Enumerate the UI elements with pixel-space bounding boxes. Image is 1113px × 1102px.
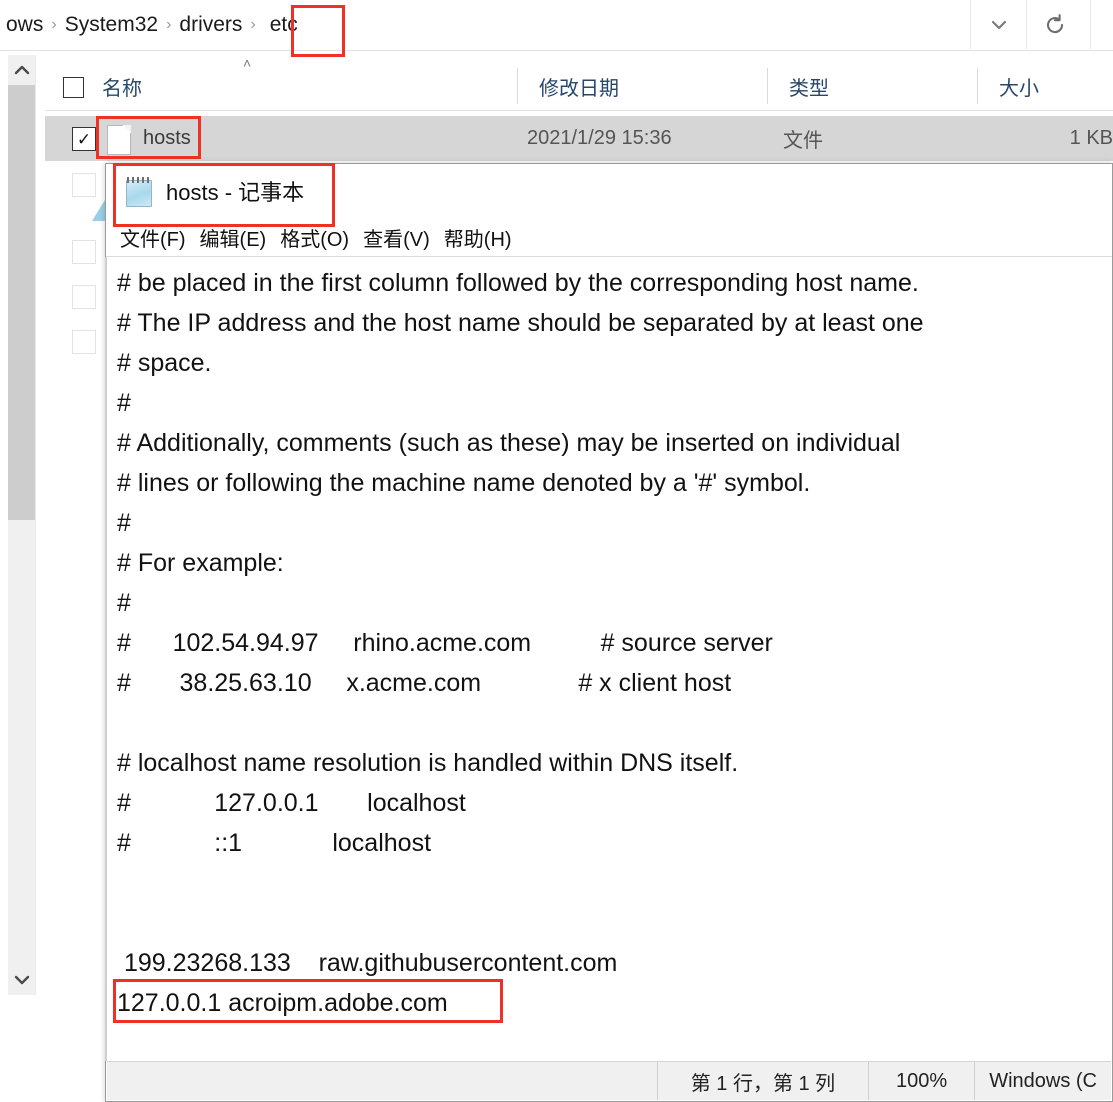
column-divider[interactable] — [767, 68, 768, 104]
column-header-name-label: 名称 — [102, 77, 142, 100]
column-header-date-label: 修改日期 — [539, 77, 619, 100]
text-line: 199.23268.133 raw.githubusercontent.com — [117, 949, 618, 977]
chevron-up-icon — [14, 65, 29, 75]
column-header-name[interactable]: 名称 — [102, 62, 142, 110]
notepad-icon — [124, 176, 154, 207]
row-checkbox[interactable] — [72, 240, 96, 264]
text-line: # space. — [117, 349, 212, 377]
text-line: # ::1 localhost — [117, 829, 432, 857]
notepad-text-area[interactable]: # be placed in the first column followed… — [107, 257, 1112, 1061]
chevron-down-icon — [991, 20, 1007, 29]
text-line: # 38.25.63.10 x.acme.com # x client host — [117, 669, 732, 697]
row-checkbox[interactable] — [72, 330, 96, 354]
row-checkbox[interactable] — [72, 173, 96, 197]
cell-name: hosts — [143, 127, 191, 149]
breadcrumb-item-etc[interactable]: etc — [258, 13, 310, 37]
cell-size: 1 KB — [1069, 127, 1113, 149]
select-all-checkbox[interactable] — [63, 77, 84, 98]
column-header-row: 名称 修改日期 类型 大小 — [45, 62, 1113, 111]
cell-type: 文件 — [783, 130, 823, 152]
table-row[interactable]: ✓ hosts 2021/1/29 15:36 文件 1 KB — [45, 116, 1113, 161]
column-header-size-label: 大小 — [999, 77, 1039, 100]
column-divider[interactable] — [517, 68, 518, 104]
menu-item-view[interactable]: 查看(V) — [363, 223, 430, 252]
file-icon — [107, 125, 131, 155]
text-line: # — [117, 589, 131, 617]
text-line: # Additionally, comments (such as these)… — [117, 429, 901, 457]
row-checkbox[interactable]: ✓ — [72, 127, 96, 151]
status-zoom-level: 100% — [867, 1062, 974, 1100]
text-line: # The IP address and the host name shoul… — [117, 309, 924, 337]
menu-item-file[interactable]: 文件(F) — [120, 223, 186, 252]
breadcrumb: ows › System32 › drivers › etc — [0, 0, 310, 50]
breadcrumb-separator-icon: › — [166, 16, 172, 33]
text-line — [117, 863, 1112, 903]
menu-item-edit[interactable]: 编辑(E) — [200, 223, 267, 252]
column-header-date[interactable]: 修改日期 — [517, 62, 619, 110]
scrollbar-track-edge — [35, 55, 36, 995]
column-header-type-label: 类型 — [789, 77, 829, 100]
status-cursor-position: 第 1 行，第 1 列 — [657, 1062, 868, 1100]
address-bar: ows › System32 › drivers › etc — [0, 0, 1113, 51]
address-bar-right-edge — [1090, 0, 1113, 49]
status-line-ending: Windows (C — [974, 1062, 1111, 1100]
text-line: # — [117, 389, 131, 417]
text-line: # — [117, 509, 131, 537]
scrollbar-thumb[interactable] — [8, 85, 35, 520]
text-line — [117, 903, 1112, 943]
breadcrumb-item-system32[interactable]: System32 — [59, 13, 164, 37]
text-line: 127.0.0.1 acroipm.adobe.com — [117, 989, 448, 1017]
text-line: # lines or following the machine name de… — [117, 469, 811, 497]
chevron-down-icon — [14, 975, 29, 985]
text-line: # be placed in the first column followed… — [117, 269, 919, 297]
refresh-button[interactable] — [1026, 0, 1083, 49]
breadcrumb-separator-icon: › — [250, 16, 256, 33]
breadcrumb-item-drivers[interactable]: drivers — [173, 13, 248, 37]
menu-item-help[interactable]: 帮助(H) — [444, 223, 512, 252]
explorer-vertical-scrollbar[interactable] — [8, 55, 35, 995]
notepad-title-bar[interactable]: hosts - 记事本 — [106, 164, 1112, 218]
breadcrumb-separator-icon: › — [51, 16, 57, 33]
scroll-up-button[interactable] — [8, 55, 35, 85]
notepad-menu-bar: 文件(F) 编辑(E) 格式(O) 查看(V) 帮助(H) — [106, 218, 1112, 257]
notepad-window[interactable]: hosts - 记事本 文件(F) 编辑(E) 格式(O) 查看(V) 帮助(H… — [105, 163, 1113, 1102]
scroll-down-button[interactable] — [8, 965, 35, 995]
text-line: # For example: — [117, 549, 284, 577]
cell-date: 2021/1/29 15:36 — [527, 127, 672, 149]
text-line: # 127.0.0.1 localhost — [117, 789, 466, 817]
row-checkbox[interactable] — [72, 285, 96, 309]
address-history-dropdown-button[interactable] — [970, 0, 1027, 49]
column-divider[interactable] — [977, 68, 978, 104]
menu-item-format[interactable]: 格式(O) — [280, 223, 349, 252]
sort-indicator-icon: ˄ — [243, 55, 252, 71]
refresh-icon — [1047, 13, 1064, 33]
column-header-type[interactable]: 类型 — [767, 62, 829, 110]
column-header-size[interactable]: 大小 — [977, 62, 1039, 110]
text-line: # localhost name resolution is handled w… — [117, 749, 739, 777]
breadcrumb-item-windows[interactable]: ows — [0, 13, 49, 37]
notepad-title-text: hosts - 记事本 — [166, 180, 305, 205]
text-line: # 102.54.94.97 rhino.acme.com # source s… — [117, 629, 773, 657]
text-line — [117, 703, 1112, 743]
notepad-status-bar: 第 1 行，第 1 列 100% Windows (C — [107, 1061, 1111, 1100]
